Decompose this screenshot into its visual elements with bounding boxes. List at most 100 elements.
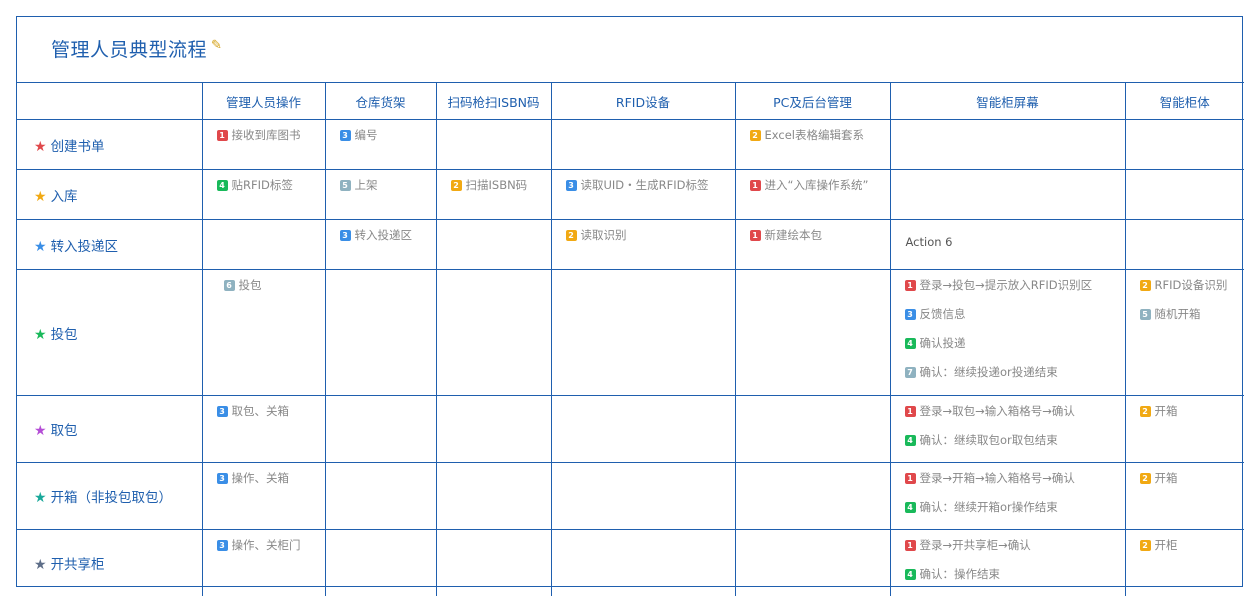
edit-icon[interactable]: ✎ xyxy=(211,38,222,53)
flow-cell xyxy=(324,269,437,396)
step-item: 4 确认投递 xyxy=(904,336,1125,351)
step-item: 3 取包、关箱 xyxy=(216,404,325,419)
flow-row: ★ 创建书单 1 接收到库图书 3 编号 2 Excel表格编辑套系 xyxy=(17,119,1244,170)
flow-cell: 2 开柜 xyxy=(1124,529,1244,596)
step-text: 确认投递 xyxy=(919,336,966,350)
step-text: Excel表格编辑套系 xyxy=(764,128,864,142)
flow-cell xyxy=(550,119,736,170)
header-row: 管理人员操作 仓库货架 扫码枪扫ISBN码 RFID设备 PC及后台管理 智能柜… xyxy=(17,82,1244,120)
row-header: ★ 开共享柜 xyxy=(17,529,203,596)
flow-cell xyxy=(734,395,891,463)
column-header: 仓库货架 xyxy=(324,82,437,120)
step-number-badge: 3 xyxy=(339,230,351,241)
column-header: 智能柜屏幕 xyxy=(889,82,1126,120)
flow-cell xyxy=(435,269,552,396)
flow-row: ★ 取包 3 取包、关箱 1 登录→取包→输入箱格号→确认 4 确认：继续取包or取包结束 2 开… xyxy=(17,395,1244,463)
star-icon: ★ xyxy=(34,423,47,439)
column-header: 管理人员操作 xyxy=(201,82,326,120)
step-item: 3 操作、关柜门 xyxy=(216,538,325,553)
step-item: 1 登录→投包→提示放入RFID识别区 xyxy=(904,278,1125,293)
flow-cell: 5 上架 xyxy=(324,169,437,220)
step-number-badge: 5 xyxy=(1139,309,1151,320)
step-text: 上架 xyxy=(354,178,378,192)
star-icon: ★ xyxy=(34,188,47,205)
flow-cell: 1 登录→开共享柜→确认 4 确认：操作结束 xyxy=(889,529,1126,596)
step-number-badge: 3 xyxy=(216,540,228,551)
step-text: 扫描ISBN码 xyxy=(465,178,528,192)
step-item: 3 读取UID・生成RFID标签 xyxy=(565,178,735,193)
step-item: 2 RFID设备识别 xyxy=(1139,278,1245,293)
step-number-badge: 4 xyxy=(216,180,228,191)
step-number-badge: 2 xyxy=(749,130,761,141)
row-label: 投包 xyxy=(50,326,78,343)
cell-text: Action 6 xyxy=(905,235,953,249)
star-icon: ★ xyxy=(34,557,47,573)
flow-cell xyxy=(550,529,736,596)
flow-panel: 管理人员典型流程 ✎ 管理人员操作 仓库货架 扫码枪扫ISBN码 RFID设备 P… xyxy=(16,16,1244,596)
column-header: PC及后台管理 xyxy=(734,82,891,120)
step-item: 3 转入投递区 xyxy=(339,228,436,243)
step-number-badge: 4 xyxy=(904,569,916,580)
flow-cell: 3 编号 xyxy=(324,119,437,170)
flow-cell xyxy=(324,529,437,596)
step-text: 取包、关箱 xyxy=(231,404,290,418)
flow-cell: 1 登录→取包→输入箱格号→确认 4 确认：继续取包or取包结束 xyxy=(889,395,1126,463)
step-number-badge: 1 xyxy=(904,473,916,484)
step-text: 确认：操作结束 xyxy=(919,567,1001,581)
step-number-badge: 5 xyxy=(339,180,351,191)
flow-cell: 1 登录→投包→提示放入RFID识别区 3 反馈信息 4 确认投递 7 确认：继续投递or投递… xyxy=(889,269,1126,396)
row-label: 开共享柜 xyxy=(50,557,105,573)
column-header: 智能柜体 xyxy=(1124,82,1244,120)
step-text: 反馈信息 xyxy=(919,307,966,321)
flow-cell: 1 接收到库图书 xyxy=(201,119,326,170)
step-item: 1 登录→取包→输入箱格号→确认 xyxy=(904,404,1125,419)
step-number-badge: 3 xyxy=(565,180,577,191)
row-label: 取包 xyxy=(50,423,78,439)
row-header: ★ 创建书单 xyxy=(17,119,203,170)
step-item: 3 操作、关箱 xyxy=(216,471,325,486)
flow-cell xyxy=(550,269,736,396)
star-icon: ★ xyxy=(34,490,47,506)
flow-cell xyxy=(889,119,1126,170)
step-item: 5 上架 xyxy=(339,178,436,193)
step-text: 读取UID・生成RFID标签 xyxy=(580,178,709,192)
row-label: 转入投递区 xyxy=(50,238,119,255)
step-item: 3 反馈信息 xyxy=(904,307,1125,322)
step-item: 6 投包 xyxy=(223,278,325,293)
row-header: ★ 开箱（非投包取包） xyxy=(17,462,203,530)
row-label: 入库 xyxy=(50,188,78,205)
step-item: 1 登录→开共享柜→确认 xyxy=(904,538,1125,553)
flow-row: ★ 转入投递区 3 转入投递区 2 读取识别 1 新建绘本包 Action 6 xyxy=(17,219,1244,270)
step-item: 4 贴RFID标签 xyxy=(216,178,325,193)
step-text: 随机开箱 xyxy=(1154,307,1201,321)
step-item: 2 扫描ISBN码 xyxy=(450,178,551,193)
flow-table: 管理人员操作 仓库货架 扫码枪扫ISBN码 RFID设备 PC及后台管理 智能柜… xyxy=(17,82,1244,596)
step-text: 确认：继续开箱or操作结束 xyxy=(919,500,1058,514)
step-number-badge: 2 xyxy=(1139,280,1151,291)
step-number-badge: 3 xyxy=(216,406,228,417)
step-number-badge: 3 xyxy=(339,130,351,141)
flow-row: ★ 投包 6 投包 1 登录→投包→提示放入RFID识别区 3 反馈信息 4 确认投递 7 确认：继续… xyxy=(17,269,1245,396)
flow-cell xyxy=(435,395,552,463)
flow-row: ★ 入库 4 贴RFID标签 5 上架 2 扫描ISBN码 3 读取UID・生成RFID标签 1 进入… xyxy=(17,169,1244,220)
flow-cell: 6 投包 xyxy=(201,269,326,396)
step-text: 转入投递区 xyxy=(354,228,413,242)
step-text: 操作、关柜门 xyxy=(231,538,301,552)
step-number-badge: 1 xyxy=(904,406,916,417)
step-text: 投包 xyxy=(238,278,262,292)
step-number-badge: 2 xyxy=(1139,406,1151,417)
step-number-badge: 2 xyxy=(565,230,577,241)
flow-cell xyxy=(324,462,437,530)
flow-cell: 3 转入投递区 xyxy=(324,219,437,270)
step-number-badge: 1 xyxy=(749,230,761,241)
step-item: 5 随机开箱 xyxy=(1139,307,1245,322)
flow-cell xyxy=(435,219,552,270)
step-item: 2 开箱 xyxy=(1139,471,1245,486)
step-number-badge: 6 xyxy=(223,280,235,291)
step-number-badge: 2 xyxy=(1139,540,1151,551)
step-text: 登录→投包→提示放入RFID识别区 xyxy=(919,278,1093,292)
step-number-badge: 2 xyxy=(1139,473,1151,484)
step-text: 登录→取包→输入箱格号→确认 xyxy=(919,404,1075,418)
flow-cell: 2 RFID设备识别 5 随机开箱 xyxy=(1124,269,1245,396)
step-number-badge: 4 xyxy=(904,435,916,446)
